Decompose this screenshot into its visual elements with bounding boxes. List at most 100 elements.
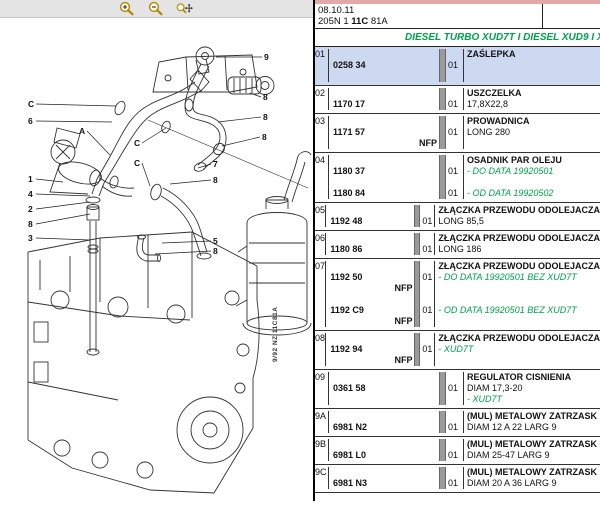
desc-cell: ZŁĄCZKA PRZEWODU ODOLEJACZALONG 186 bbox=[434, 233, 600, 255]
description-line: (MUL) METALOWY ZATRZASK bbox=[467, 411, 600, 422]
qty-line bbox=[422, 205, 434, 216]
table-row[interactable]: 9C6981 N301(MUL) METALOWY ZATRZASKDIAM 2… bbox=[315, 465, 600, 493]
description-line: ZŁĄCZKA PRZEWODU ODOLEJACZA bbox=[438, 233, 600, 244]
callout-label: C bbox=[134, 138, 140, 148]
qty-cell: 01 bbox=[446, 439, 463, 461]
callout-leader-line bbox=[170, 180, 211, 184]
desc-cell: PROWADNICALONG 280 bbox=[463, 116, 600, 149]
ref-line bbox=[315, 283, 325, 294]
description-line: - DO DATA 19920501 BEZ XUD7T bbox=[438, 272, 600, 283]
part-number-line bbox=[330, 294, 414, 305]
column-divider bbox=[439, 372, 446, 405]
description-line: LONG 85,5 bbox=[438, 216, 600, 227]
ref-line bbox=[315, 177, 328, 188]
ref-cell: 9A bbox=[315, 411, 329, 433]
qty-line bbox=[422, 261, 434, 272]
description-line: LONG 280 bbox=[467, 127, 600, 138]
column-divider bbox=[439, 467, 446, 489]
part-number-line bbox=[333, 88, 439, 99]
table-row[interactable]: 051192 4801ZŁĄCZKA PRZEWODU ODOLEJACZALO… bbox=[315, 203, 600, 231]
ref-line: 9C bbox=[315, 467, 328, 478]
callout-leader-line bbox=[36, 104, 116, 106]
ref-cell: 02 bbox=[315, 88, 329, 110]
qty-line: 01 bbox=[448, 188, 463, 199]
table-row[interactable]: 061180 8601ZŁĄCZKA PRZEWODU ODOLEJACZALO… bbox=[315, 231, 600, 259]
qty-line: 01 bbox=[448, 60, 463, 71]
desc-cell: (MUL) METALOWY ZATRZASKDIAM 25-47 LARG 9 bbox=[463, 439, 600, 461]
description-line: REGULATOR CISNIENIA bbox=[467, 372, 600, 383]
column-divider bbox=[439, 411, 446, 433]
part-number-line bbox=[333, 411, 439, 422]
catalog-date: 08.10.11 bbox=[318, 5, 542, 16]
part-number-line bbox=[333, 467, 439, 478]
qty-line bbox=[448, 138, 463, 149]
table-row[interactable]: 021170 1701USZCZELKA17,8X22,8 bbox=[315, 86, 600, 114]
callout-leader-line bbox=[36, 214, 90, 224]
part-cell: 1180 371180 84 bbox=[329, 155, 439, 199]
callout-label: 8 bbox=[263, 92, 268, 102]
part-number-line: 1171 57 bbox=[333, 127, 439, 138]
description-line: OSADNIK PAR OLEJU bbox=[467, 155, 600, 166]
description-line: - XUD7T bbox=[467, 394, 600, 405]
ref-line: 09 bbox=[315, 372, 328, 383]
qty-line: 01 bbox=[448, 166, 463, 177]
qty-line: 01 bbox=[448, 127, 463, 138]
desc-cell: ZŁĄCZKA PRZEWODU ODOLEJACZA- XUD7T bbox=[434, 333, 600, 366]
column-divider bbox=[439, 88, 446, 110]
qty-line: 01 bbox=[448, 478, 463, 489]
table-row[interactable]: 031171 57NFP01PROWADNICALONG 280 bbox=[315, 114, 600, 153]
qty-line bbox=[422, 333, 434, 344]
callout-label: 1 bbox=[28, 174, 33, 184]
table-row[interactable]: 071192 50NFP1192 C9NFP0101ZŁĄCZKA PRZEWO… bbox=[315, 259, 600, 331]
qty-line bbox=[422, 283, 434, 294]
qty-line bbox=[422, 233, 434, 244]
table-row[interactable]: 9B6981 L001(MUL) METALOWY ZATRZASKDIAM 2… bbox=[315, 437, 600, 465]
description-line: DIAM 25-47 LARG 9 bbox=[467, 450, 600, 461]
diagram-canvas[interactable]: 9/92 NZ 11C81A C614283ACC98887858 bbox=[0, 18, 313, 501]
description-line: 17,8X22,8 bbox=[467, 99, 600, 110]
desc-cell: OSADNIK PAR OLEJU- DO DATA 19920501- OD … bbox=[463, 155, 600, 199]
zoom-drag-icon[interactable] bbox=[176, 1, 193, 16]
qty-line: 01 bbox=[448, 99, 463, 110]
description-line bbox=[438, 316, 600, 327]
ref-line bbox=[315, 316, 325, 327]
column-divider bbox=[439, 439, 446, 461]
zoom-out-icon[interactable] bbox=[147, 1, 164, 16]
callout-label: 8 bbox=[262, 132, 267, 142]
description-line: DIAM 12 A 22 LARG 9 bbox=[467, 422, 600, 433]
qty-cell: 01 bbox=[446, 49, 463, 82]
ref-line: 9A bbox=[315, 411, 328, 422]
table-row[interactable]: 090361 5801REGULATOR CISNIENIADIAM 17,3-… bbox=[315, 370, 600, 409]
callout-leader-line bbox=[142, 128, 166, 143]
callout-label: 3 bbox=[28, 233, 33, 243]
qty-line bbox=[448, 439, 463, 450]
table-row[interactable]: 010258 3401ZAŚLEPKA bbox=[315, 47, 600, 86]
description-line bbox=[467, 138, 600, 149]
qty-line: 01 bbox=[422, 216, 434, 227]
table-row[interactable]: 081192 94NFP01ZŁĄCZKA PRZEWODU ODOLEJACZ… bbox=[315, 331, 600, 370]
plate-code: 9/92 NZ 11C81A bbox=[272, 307, 279, 362]
description-line: DIAM 17,3-20 bbox=[467, 383, 600, 394]
table-row[interactable]: 9A6981 N201(MUL) METALOWY ZATRZASKDIAM 1… bbox=[315, 409, 600, 437]
ref-line bbox=[315, 355, 325, 366]
desc-cell: (MUL) METALOWY ZATRZASKDIAM 12 A 22 LARG… bbox=[463, 411, 600, 433]
description-line: ZAŚLEPKA bbox=[467, 49, 600, 60]
parts-table: 010258 3401ZAŚLEPKA021170 1701USZCZELKA1… bbox=[315, 47, 600, 493]
callout-label: A bbox=[79, 126, 85, 136]
ref-cell: 03 bbox=[315, 116, 329, 149]
callout-leader-line bbox=[198, 164, 211, 168]
zoom-in-icon[interactable] bbox=[118, 1, 135, 16]
qty-line: 01 bbox=[448, 422, 463, 433]
callout-leader-line bbox=[222, 137, 260, 146]
callout-label: 8 bbox=[28, 219, 33, 229]
part-cell: 1192 94NFP bbox=[326, 333, 414, 366]
qty-line: 01 bbox=[422, 244, 434, 255]
desc-cell: ZŁĄCZKA PRZEWODU ODOLEJACZA- DO DATA 199… bbox=[434, 261, 600, 327]
ref-cell: 09 bbox=[315, 372, 329, 405]
callout-label: 7 bbox=[213, 159, 218, 169]
part-number-line bbox=[333, 372, 439, 383]
table-row[interactable]: 041180 371180 840101OSADNIK PAR OLEJU- D… bbox=[315, 153, 600, 203]
desc-cell: REGULATOR CISNIENIADIAM 17,3-20- XUD7T bbox=[463, 372, 600, 405]
callout-label: 8 bbox=[213, 175, 218, 185]
description-line: - XUD7T bbox=[438, 344, 600, 355]
